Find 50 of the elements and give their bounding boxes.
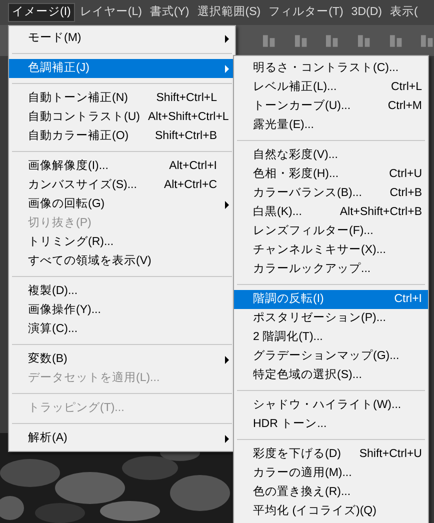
menu-item[interactable]: モード(M) bbox=[9, 29, 235, 48]
menu-item[interactable]: 2 階調化(T)... bbox=[234, 328, 428, 347]
align-icon[interactable] bbox=[325, 34, 340, 48]
menu-item[interactable]: 自然な彩度(V)... bbox=[234, 146, 428, 165]
menu-item[interactable]: カラールックアップ... bbox=[234, 260, 428, 279]
menu-item[interactable]: 白黒(K)... Alt+Shift+Ctrl+B bbox=[234, 203, 428, 222]
menu-item[interactable]: 画像操作(Y)... bbox=[9, 301, 235, 320]
align-icon[interactable] bbox=[262, 34, 276, 48]
align-icon[interactable] bbox=[294, 34, 308, 48]
menu-item[interactable]: レベル補正(L)... Ctrl+L bbox=[234, 78, 428, 97]
menu-bar-item[interactable]: 選択範囲(S) bbox=[194, 3, 264, 22]
menu-item[interactable]: グラデーションマップ(G)... bbox=[234, 347, 428, 366]
menu-item[interactable]: 色相・彩度(H)... Ctrl+U bbox=[234, 165, 428, 184]
menu-item[interactable]: 階調の反転(I) Ctrl+I bbox=[234, 290, 428, 309]
menu-item[interactable]: カンバスサイズ(S)... Alt+Ctrl+C bbox=[9, 176, 235, 195]
menu-item[interactable]: 自動トーン補正(N) Shift+Ctrl+L bbox=[9, 89, 235, 108]
menu-item[interactable]: 解析(A) bbox=[9, 429, 235, 448]
menu-bar-item[interactable]: イメージ(I) bbox=[8, 3, 75, 22]
align-icon[interactable] bbox=[357, 34, 371, 48]
menu-item[interactable]: 露光量(E)... bbox=[234, 116, 428, 135]
menu-item[interactable]: 色調補正(J) bbox=[9, 59, 235, 78]
menu-item[interactable]: 色の置き換え(R)... bbox=[234, 483, 428, 502]
align-icon[interactable] bbox=[420, 34, 434, 48]
menu-item[interactable]: 特定色域の選択(S)... bbox=[234, 366, 428, 385]
menu-item[interactable]: 自動コントラスト(U) Alt+Shift+Ctrl+L bbox=[9, 108, 235, 127]
menu-item[interactable]: シャドウ・ハイライト(W)... bbox=[234, 396, 428, 415]
menu-bar-item[interactable]: 書式(Y) bbox=[146, 3, 192, 22]
menu-item[interactable]: トリミング(R)... bbox=[9, 233, 235, 252]
menu-item[interactable]: 複製(D)... bbox=[9, 282, 235, 301]
menu-item[interactable]: チャンネルミキサー(X)... bbox=[234, 241, 428, 260]
menu-item[interactable]: レンズフィルター(F)... bbox=[234, 222, 428, 241]
menu-bar-item[interactable]: 表示( bbox=[386, 3, 421, 22]
menu-item[interactable]: HDR トーン... bbox=[234, 415, 428, 434]
menu-item[interactable]: 演算(C)... bbox=[9, 320, 235, 339]
menu-item[interactable]: 画像の回転(G) bbox=[9, 195, 235, 214]
menu-item[interactable]: 彩度を下げる(D) Shift+Ctrl+U bbox=[234, 445, 428, 464]
menu-bar-item[interactable]: 3D(D) bbox=[348, 3, 385, 22]
menu-item[interactable]: 変数(B) bbox=[9, 350, 235, 369]
menu-item[interactable]: 平均化 (イコライズ)(Q) bbox=[234, 502, 428, 521]
menu-bar-item[interactable]: レイヤー(L) bbox=[76, 3, 145, 22]
menu-item[interactable]: 自動カラー補正(O) Shift+Ctrl+B bbox=[9, 127, 235, 146]
menu-item[interactable]: 明るさ・コントラスト(C)... bbox=[234, 59, 428, 78]
menu-item[interactable]: トーンカーブ(U)... Ctrl+M bbox=[234, 97, 428, 116]
menu-bar-item[interactable]: フィルター(T) bbox=[266, 3, 346, 22]
menu-item[interactable]: カラーバランス(B)... Ctrl+B bbox=[234, 184, 428, 203]
align-icon[interactable] bbox=[388, 34, 402, 48]
menu-item[interactable]: ポスタリゼーション(P)... bbox=[234, 309, 428, 328]
menu-item[interactable]: すべての領域を表示(V) bbox=[9, 252, 235, 271]
menu-item[interactable]: カラーの適用(M)... bbox=[234, 464, 428, 483]
menu-item[interactable]: 画像解像度(I)... Alt+Ctrl+I bbox=[9, 157, 235, 176]
